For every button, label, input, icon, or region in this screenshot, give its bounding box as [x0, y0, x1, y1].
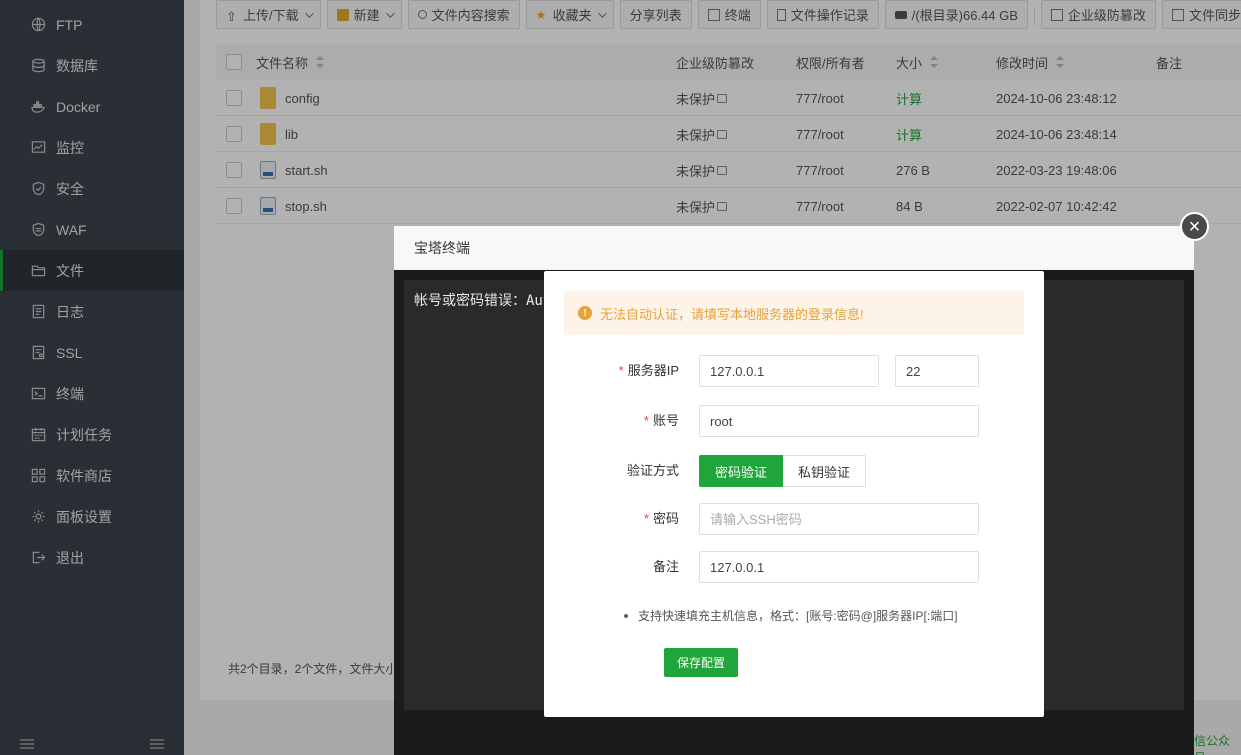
auth-warning: ! 无法自动认证，请填写本地服务器的登录信息!: [564, 291, 1024, 335]
terminal-window-title: 宝塔终端: [394, 226, 1194, 270]
auth-warning-text: 无法自动认证，请填写本地服务器的登录信息!: [600, 306, 864, 322]
password-label: * 密码: [643, 511, 679, 526]
key-auth-button[interactable]: 私钥验证: [783, 455, 867, 487]
note-input[interactable]: [699, 551, 979, 583]
ssh-login-dialog: ! 无法自动认证，请填写本地服务器的登录信息! *服务器IP *账号 验证方式 …: [544, 271, 1044, 717]
port-input[interactable]: [895, 355, 979, 387]
quick-fill-tip: 支持快速填充主机信息，格式：[账号:密码@]服务器IP[:端口]: [624, 607, 958, 624]
server-ip-input[interactable]: [699, 355, 879, 387]
save-config-button[interactable]: 保存配置: [664, 648, 739, 677]
terminal-output: 帐号或密码错误：Aut: [414, 293, 552, 309]
note-label: 备注: [652, 559, 679, 574]
auth-method-label: 验证方式: [626, 463, 679, 478]
account-input[interactable]: [699, 405, 979, 437]
server-ip-label: * 服务器IP: [618, 363, 679, 378]
auth-method-toggle: 密码验证 私钥验证: [699, 455, 867, 487]
password-auth-button[interactable]: 密码验证: [699, 455, 784, 487]
account-label: * 账号: [643, 413, 679, 428]
password-input[interactable]: [699, 503, 979, 535]
close-icon[interactable]: ×: [1180, 212, 1209, 241]
warning-icon: !: [578, 306, 592, 320]
